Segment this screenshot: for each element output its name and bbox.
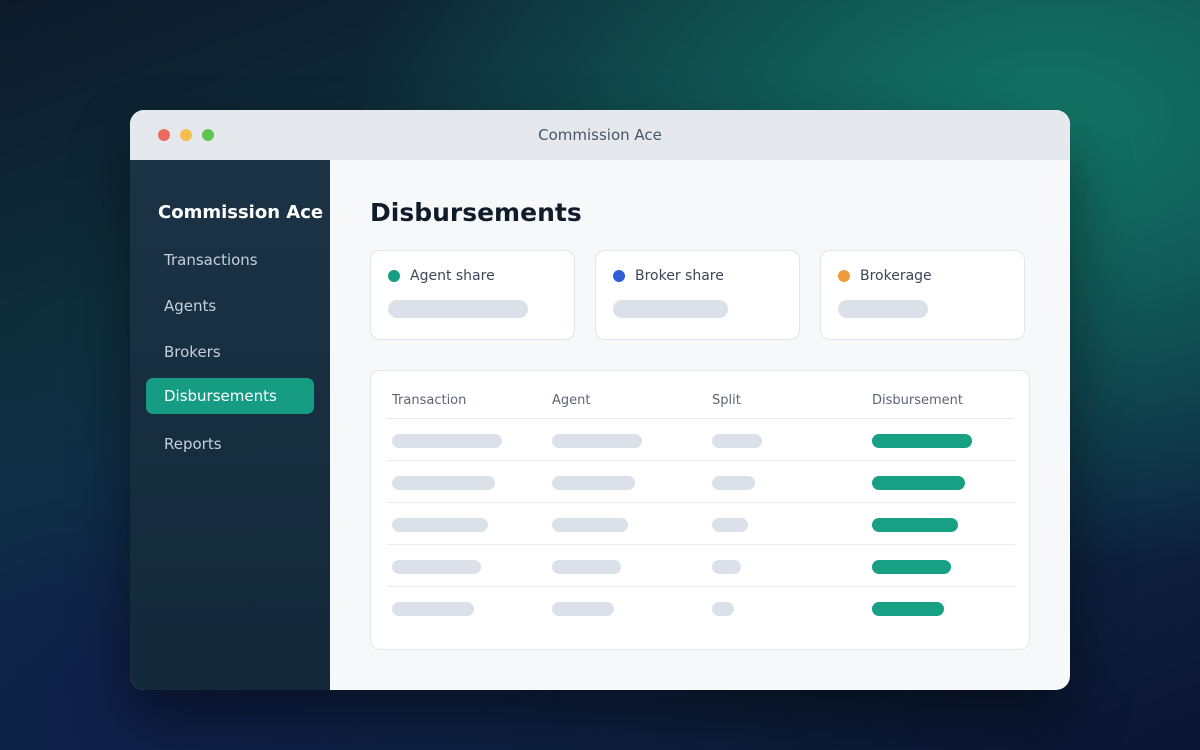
disbursement-cell-placeholder <box>872 560 951 574</box>
disbursement-cell-placeholder <box>872 434 972 448</box>
table-row[interactable] <box>387 419 1015 461</box>
card-label: Brokerage <box>860 268 932 284</box>
sidebar-item-agents[interactable]: Agents <box>146 288 314 324</box>
disbursement-cell-placeholder <box>872 602 944 616</box>
sidebar: Commission Ace Transactions Agents Broke… <box>130 160 330 690</box>
brokerage-dot-icon <box>838 270 850 282</box>
sidebar-item-transactions[interactable]: Transactions <box>146 242 314 278</box>
disbursement-cell-placeholder <box>872 476 965 490</box>
agent-cell-placeholder <box>552 560 621 574</box>
card-label: Agent share <box>410 268 495 284</box>
title-bar: Commission Ace <box>130 110 1070 160</box>
column-header-disbursement[interactable]: Disbursement <box>872 393 963 408</box>
disbursement-cell-placeholder <box>872 518 958 532</box>
agent-cell-placeholder <box>552 602 614 616</box>
app-window: Commission Ace Commission Ace Transactio… <box>130 110 1070 690</box>
column-header-split[interactable]: Split <box>712 393 741 408</box>
table-row[interactable] <box>387 461 1015 503</box>
agent-share-dot-icon <box>388 270 400 282</box>
sidebar-brand: Commission Ace <box>158 202 324 223</box>
summary-card-agent-share: Agent share <box>370 250 575 340</box>
column-header-agent[interactable]: Agent <box>552 393 590 408</box>
page-title: Disbursements <box>370 198 582 227</box>
transaction-cell-placeholder <box>392 476 495 490</box>
table-row[interactable] <box>387 545 1015 587</box>
transaction-cell-placeholder <box>392 602 474 616</box>
window-title: Commission Ace <box>538 126 662 144</box>
table-row[interactable] <box>387 503 1015 545</box>
main-content: Disbursements Agent share Broker share B… <box>330 160 1070 690</box>
app-body: Commission Ace Transactions Agents Broke… <box>130 160 1070 690</box>
split-cell-placeholder <box>712 602 734 616</box>
summary-card-broker-share: Broker share <box>595 250 800 340</box>
split-cell-placeholder <box>712 476 755 490</box>
sidebar-item-disbursements[interactable]: Disbursements <box>146 378 314 414</box>
disbursements-table: Transaction Agent Split Disbursement <box>370 370 1030 650</box>
card-value-placeholder <box>838 300 928 318</box>
card-label: Broker share <box>635 268 724 284</box>
sidebar-item-reports[interactable]: Reports <box>146 426 314 462</box>
card-value-placeholder <box>388 300 528 318</box>
split-cell-placeholder <box>712 518 748 532</box>
agent-cell-placeholder <box>552 518 628 532</box>
table-row[interactable] <box>387 587 1015 629</box>
transaction-cell-placeholder <box>392 560 481 574</box>
broker-share-dot-icon <box>613 270 625 282</box>
transaction-cell-placeholder <box>392 518 488 532</box>
summary-card-brokerage: Brokerage <box>820 250 1025 340</box>
column-header-transaction[interactable]: Transaction <box>392 393 466 408</box>
sidebar-item-brokers[interactable]: Brokers <box>146 334 314 370</box>
transaction-cell-placeholder <box>392 434 502 448</box>
card-value-placeholder <box>613 300 728 318</box>
agent-cell-placeholder <box>552 476 635 490</box>
agent-cell-placeholder <box>552 434 642 448</box>
split-cell-placeholder <box>712 434 762 448</box>
split-cell-placeholder <box>712 560 741 574</box>
